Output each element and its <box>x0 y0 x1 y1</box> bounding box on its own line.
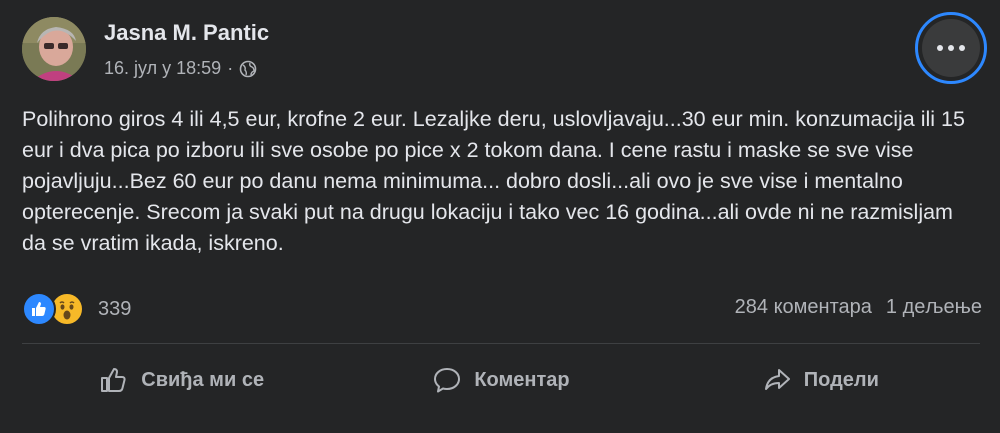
author-name[interactable]: Jasna M. Pantic <box>104 20 269 46</box>
meta-separator: · <box>227 58 234 78</box>
share-icon <box>764 369 790 390</box>
post-date[interactable]: 16. јул у 18:59 <box>104 58 221 79</box>
divider <box>22 343 980 344</box>
engagement-stats: 284 коментара 1 дељење <box>735 296 982 319</box>
globe-icon[interactable] <box>239 60 257 78</box>
shares-count[interactable]: 1 дељење <box>886 296 982 319</box>
thumbs-up-icon <box>101 368 126 392</box>
share-button[interactable]: Подели <box>661 350 980 410</box>
like-button[interactable]: Свиђа ми се <box>22 350 341 410</box>
avatar[interactable] <box>22 17 86 81</box>
comments-count[interactable]: 284 коментара <box>735 296 872 319</box>
more-icon <box>922 19 980 77</box>
post-actions: Свиђа ми се Коментар Подели <box>22 350 980 410</box>
avatar-photo <box>22 17 86 81</box>
facebook-post: Jasna M. Pantic 16. јул у 18:59 · Polihr… <box>0 0 1000 433</box>
share-button-label: Подели <box>803 368 879 391</box>
reaction-count: 339 <box>98 297 132 320</box>
reactions-summary[interactable]: 339 <box>22 292 131 326</box>
like-icon <box>22 292 56 326</box>
like-button-label: Свиђа ми се <box>141 368 265 391</box>
post-text: Polihrono giros 4 ili 4,5 eur, krofne 2 … <box>22 107 965 255</box>
comment-button-label: Коментар <box>474 368 570 391</box>
comment-button[interactable]: Коментар <box>341 350 660 410</box>
comment-icon <box>434 368 461 393</box>
post-meta: 16. јул у 18:59 · <box>104 58 257 79</box>
more-options-button[interactable] <box>915 12 987 84</box>
